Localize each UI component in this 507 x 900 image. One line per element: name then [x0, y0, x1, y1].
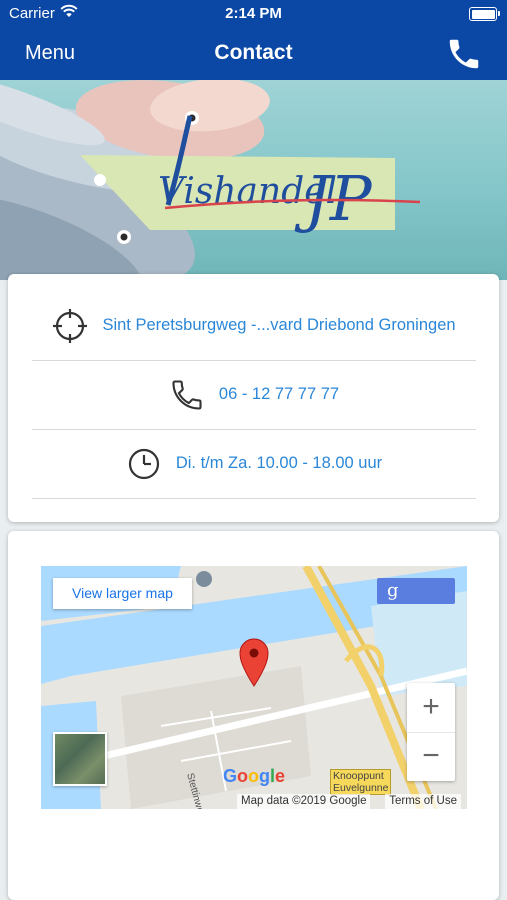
status-bar: Carrier 2:14 PM: [0, 0, 507, 28]
view-larger-map-link[interactable]: View larger map: [53, 578, 192, 609]
junction-label: Knooppunt Euvelgunne: [330, 769, 392, 795]
hero-fish-illustration: Vishandel JP: [0, 80, 421, 280]
phone-link[interactable]: 06 - 12 77 77 77: [219, 385, 339, 404]
google-logo: Google: [223, 766, 286, 786]
google-search-button[interactable]: g: [377, 578, 455, 604]
g-icon: g: [387, 580, 399, 601]
logo-text-initials: JP: [294, 162, 373, 235]
address-row[interactable]: Sint Peretsburgweg -...vard Driebond Gro…: [32, 291, 476, 361]
contact-info-card: Sint Peretsburgweg -...vard Driebond Gro…: [8, 274, 499, 522]
map-card: Stettinweg View larger map g + − Google …: [8, 531, 499, 900]
call-button-phone-icon[interactable]: [445, 35, 483, 73]
battery-icon: [469, 7, 500, 21]
zoom-out-button[interactable]: −: [407, 732, 455, 781]
opening-hours: Di. t/m Za. 10.00 - 18.00 uur: [175, 454, 383, 472]
clock-icon: [128, 448, 159, 479]
hero-banner: Vishandel JP: [0, 80, 507, 280]
satellite-toggle-thumbnail[interactable]: [53, 732, 107, 786]
hours-row: Di. t/m Za. 10.00 - 18.00 uur: [32, 429, 476, 499]
page-title: Contact: [214, 41, 293, 64]
terms-of-use-link[interactable]: Terms of Use: [385, 794, 461, 809]
zoom-control: + −: [407, 683, 455, 781]
status-time: 2:14 PM: [225, 5, 282, 22]
map-copyright: Map data ©2019 Google: [237, 794, 371, 809]
nav-bar: Menu Contact: [0, 28, 507, 80]
address-link[interactable]: Sint Peretsburgweg -...vard Driebond Gro…: [102, 316, 455, 335]
zoom-in-button[interactable]: +: [407, 683, 455, 733]
phone-icon: [172, 379, 202, 410]
phone-row[interactable]: 06 - 12 77 77 77: [32, 360, 476, 430]
google-map[interactable]: Stettinweg View larger map g + − Google …: [41, 566, 467, 809]
crosshair-icon: [53, 308, 88, 343]
